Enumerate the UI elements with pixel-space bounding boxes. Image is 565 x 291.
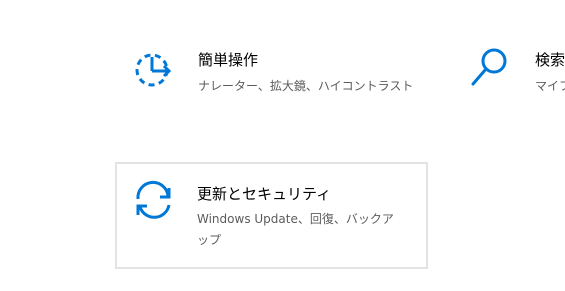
tile-ease-of-access[interactable]: 簡単操作 ナレーター、拡大鏡、ハイコントラスト — [118, 30, 418, 120]
tile-search[interactable]: 検索 マイフ — [455, 30, 565, 120]
tile-title: 更新とセキュリティ — [197, 185, 332, 203]
tile-description: マイフ — [535, 79, 565, 93]
settings-home: 簡単操作 ナレーター、拡大鏡、ハイコントラスト 検索 マイフ 更新とセキュリティ… — [0, 0, 565, 291]
tile-description: Windows Update、回復、バックアップ — [197, 212, 394, 247]
search-icon — [467, 46, 511, 90]
tile-title: 簡単操作 — [198, 51, 259, 69]
tile-title: 検索 — [535, 51, 565, 69]
tile-update-security[interactable]: 更新とセキュリティ Windows Update、回復、バックアップ — [115, 162, 428, 269]
tile-description: ナレーター、拡大鏡、ハイコントラスト — [198, 79, 414, 93]
update-sync-icon — [132, 179, 176, 223]
ease-of-access-icon — [132, 48, 176, 92]
